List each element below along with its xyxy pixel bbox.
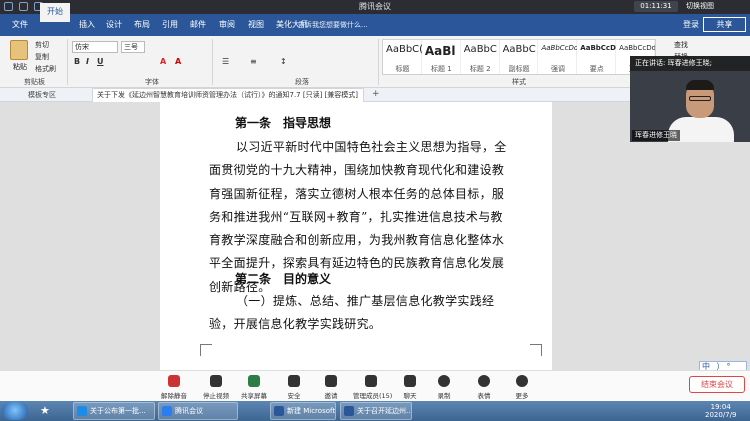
speaking-indicator: 正在讲话: 珲春进修王晓; — [630, 56, 750, 71]
end-meeting-button[interactable]: 结束会议 — [689, 376, 745, 393]
document-page[interactable]: 第一条 指导思想 以习近平新时代中国特色社会主义思想为指导，全面贯彻党的十九大精… — [160, 102, 552, 370]
article-1-heading: 第一条 指导思想 — [235, 116, 332, 130]
article-2-paragraph: （一）提炼、总结、推广基层信息化教学实践经验，开展信息化教学实践研究。 — [209, 294, 495, 332]
tab-references[interactable]: 引用 — [162, 19, 178, 30]
meeting-toolbar: 解除静音 停止视频 共享屏幕 安全 邀请 管理成员(15) 聊天 录制 表情 更… — [0, 370, 750, 401]
new-tab-icon[interactable]: + — [372, 89, 380, 99]
emoji-button[interactable]: 表情 — [466, 373, 502, 400]
paste-button[interactable]: 粘贴 — [13, 62, 27, 72]
participant-name-label: 珲春进修王晓 — [632, 130, 680, 141]
share-screen-button[interactable]: 共享屏幕 — [236, 373, 272, 400]
italic-icon[interactable]: I — [86, 57, 89, 66]
tab-insert[interactable]: 插入 — [79, 19, 95, 30]
pinned-app-icon[interactable]: ★ — [40, 404, 50, 417]
copy-button[interactable]: 复制 — [35, 52, 49, 62]
styles-group-label: 样式 — [512, 78, 526, 86]
align-center-icon[interactable]: ≡ — [250, 57, 257, 66]
tab-layout[interactable]: 布局 — [134, 19, 150, 30]
more-icon — [516, 375, 528, 387]
cut-button[interactable]: 剪切 — [35, 40, 49, 50]
taskbar-item-word-doc[interactable]: 关于召开延边州... — [340, 402, 412, 420]
underline-icon[interactable]: U — [97, 57, 104, 66]
font-size-select[interactable]: 三号 — [121, 41, 145, 53]
meeting-app-icon — [162, 406, 172, 416]
divider — [67, 39, 68, 85]
style-subtitle[interactable]: AaBbC 副标题 — [500, 40, 539, 74]
divider — [212, 39, 213, 85]
page-margin-mark — [200, 344, 212, 356]
tab-mailings[interactable]: 邮件 — [190, 19, 206, 30]
share-screen-icon — [248, 375, 260, 387]
styles-gallery: AaBbC( 标题 AaBl 标题 1 AaBbC 标题 2 AaBbC 副标题… — [382, 39, 656, 75]
font-name-select[interactable]: 仿宋 — [72, 41, 118, 53]
line-spacing-icon[interactable]: ↕ — [280, 57, 287, 66]
style-title[interactable]: AaBbC( 标题 — [383, 40, 422, 74]
chat-button[interactable]: 聊天 — [392, 373, 428, 400]
tab-review[interactable]: 审阅 — [219, 19, 235, 30]
doc-tab-current[interactable]: 关于下发《延边州智慧教育培训师资管理办法（试行）》的通知7.7 [只读] [兼容… — [92, 88, 364, 102]
paste-icon[interactable] — [10, 40, 28, 60]
security-button[interactable]: 安全 — [276, 373, 312, 400]
system-clock[interactable]: 19:04 2020/7/9 — [705, 403, 736, 419]
divider — [378, 39, 379, 85]
tab-design[interactable]: 设计 — [106, 19, 122, 30]
tab-home[interactable]: 开始 — [40, 3, 70, 22]
ribbon-tabs: 文件 插入 设计 布局 引用 邮件 审阅 视图 美化大师 告诉我您想要做什么..… — [0, 14, 750, 36]
format-painter-button[interactable]: 格式刷 — [35, 64, 56, 74]
tab-view[interactable]: 视图 — [248, 19, 264, 30]
record-icon — [438, 375, 450, 387]
stop-video-button[interactable]: 停止视频 — [198, 373, 234, 400]
more-button[interactable]: 更多 — [504, 373, 540, 400]
tell-me-search[interactable]: 告诉我您想要做什么... — [298, 20, 368, 30]
taskbar-item-browser[interactable]: 关于公布第一批... — [73, 402, 155, 420]
article-2-heading: 第二条 目的意义 — [235, 272, 332, 286]
start-button[interactable] — [2, 402, 28, 420]
bold-icon[interactable]: B — [74, 57, 80, 66]
invite-icon — [325, 375, 337, 387]
switch-view-button[interactable]: 切换视图 — [686, 1, 714, 12]
emoji-icon — [478, 375, 490, 387]
taskbar: ★ 关于公布第一批... 腾讯会议 新建 Microsoft ... 关于召开延… — [0, 401, 750, 421]
font-color-icon[interactable]: A — [175, 57, 181, 66]
video-off-icon — [210, 375, 222, 387]
clipboard-group-label: 剪贴板 — [24, 78, 45, 86]
screen: 腾讯会议 01:11:31 切换视图 文件 插入 设计 布局 引用 邮件 审阅 … — [0, 0, 750, 421]
word-icon — [274, 406, 284, 416]
share-button[interactable]: 共享 — [703, 17, 746, 32]
chat-icon — [404, 375, 416, 387]
members-icon — [365, 375, 377, 387]
taskbar-item-word-new[interactable]: 新建 Microsoft ... — [270, 402, 336, 420]
find-button[interactable]: 查找 — [674, 40, 688, 50]
doc-tab-templates[interactable]: 模板专区 — [28, 90, 56, 100]
highlight-icon[interactable]: A — [160, 57, 166, 66]
mic-muted-icon — [168, 375, 180, 387]
font-group-label: 字体 — [145, 78, 159, 86]
participant-glasses — [689, 96, 711, 101]
bullets-icon[interactable]: ☰ — [222, 57, 229, 66]
security-icon — [288, 375, 300, 387]
style-strong[interactable]: AaBbCcDd 要点 — [577, 40, 616, 74]
tab-file[interactable]: 文件 — [12, 19, 28, 30]
invite-button[interactable]: 邀请 — [313, 373, 349, 400]
meeting-timer: 01:11:31 — [634, 1, 678, 12]
style-heading-2[interactable]: AaBbC 标题 2 — [461, 40, 500, 74]
document-tabs: 模板专区 关于下发《延边州智慧教育培训师资管理办法（试行）》的通知7.7 [只读… — [0, 88, 630, 102]
page-margin-mark — [530, 344, 542, 356]
participant-hair — [686, 80, 714, 90]
record-button[interactable]: 录制 — [426, 373, 462, 400]
unmute-button[interactable]: 解除静音 — [156, 373, 192, 400]
login-link[interactable]: 登录 — [683, 19, 699, 30]
paragraph-group-label: 段落 — [295, 78, 309, 86]
taskbar-item-meeting[interactable]: 腾讯会议 — [158, 402, 238, 420]
browser-icon — [77, 406, 87, 416]
word-icon — [344, 406, 354, 416]
style-emphasis[interactable]: AaBbCcDd 强调 — [538, 40, 577, 74]
style-heading-1[interactable]: AaBl 标题 1 — [422, 40, 461, 74]
manage-members-button[interactable]: 管理成员(15) — [353, 373, 392, 400]
